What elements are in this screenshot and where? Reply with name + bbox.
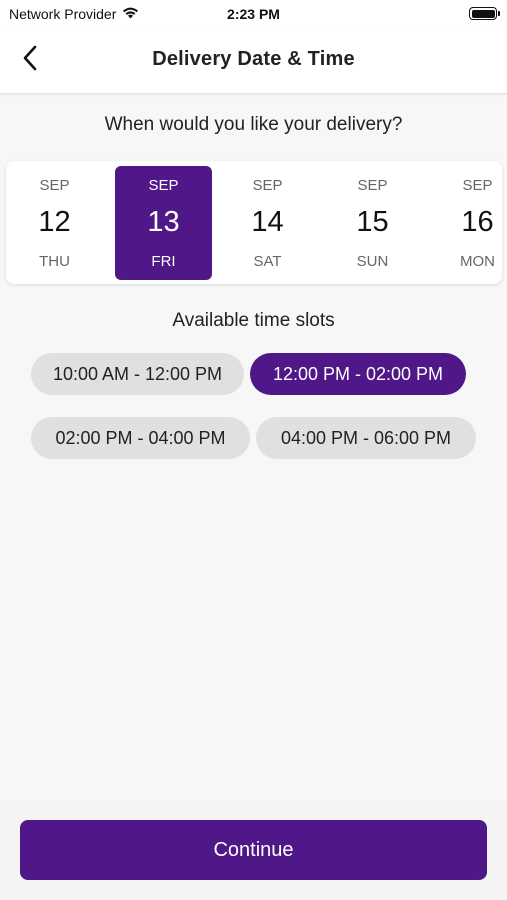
date-month: SEP — [357, 177, 388, 194]
status-bar: Network Provider 2:23 PM — [0, 0, 507, 30]
footer: Continue — [0, 800, 507, 900]
date-weekday: THU — [39, 253, 70, 270]
time-slot-4pm-6pm[interactable]: 04:00 PM - 06:00 PM — [256, 417, 476, 459]
date-weekday: SUN — [356, 253, 389, 270]
continue-button[interactable]: Continue — [20, 820, 487, 880]
date-day: 15 — [356, 206, 389, 238]
date-option-sep-12[interactable]: SEP 12 THU — [6, 166, 103, 280]
battery-level — [471, 9, 495, 18]
date-month: SEP — [148, 177, 179, 194]
date-weekday: FRI — [151, 253, 176, 270]
status-time: 2:23 PM — [227, 6, 280, 22]
date-picker: SEP 12 THU SEP 13 FRI SEP 14 SAT SEP 15 … — [6, 161, 502, 284]
time-slot-12pm-2pm[interactable]: 12:00 PM - 02:00 PM — [250, 353, 466, 395]
date-weekday: SAT — [253, 253, 282, 270]
date-month: SEP — [39, 177, 70, 194]
date-option-sep-16[interactable]: SEP 16 MON — [429, 166, 502, 280]
page-title: Delivery Date & Time — [152, 48, 355, 70]
date-option-sep-14[interactable]: SEP 14 SAT — [219, 166, 316, 280]
date-month: SEP — [462, 177, 493, 194]
date-day: 13 — [147, 206, 180, 238]
time-slot-2pm-4pm[interactable]: 02:00 PM - 04:00 PM — [31, 417, 250, 459]
delivery-question: When would you like your delivery? — [104, 114, 403, 135]
date-option-sep-13[interactable]: SEP 13 FRI — [115, 166, 212, 280]
date-month: SEP — [252, 177, 283, 194]
date-day: 12 — [38, 206, 71, 238]
date-weekday: MON — [460, 253, 495, 270]
date-day: 16 — [461, 206, 494, 238]
time-slots-title: Available time slots — [172, 310, 335, 331]
battery-icon — [469, 7, 500, 20]
nav-bar: Delivery Date & Time — [0, 30, 507, 94]
date-day: 14 — [251, 206, 284, 238]
date-option-sep-15[interactable]: SEP 15 SUN — [324, 166, 421, 280]
time-slot-10am-12pm[interactable]: 10:00 AM - 12:00 PM — [31, 353, 244, 395]
